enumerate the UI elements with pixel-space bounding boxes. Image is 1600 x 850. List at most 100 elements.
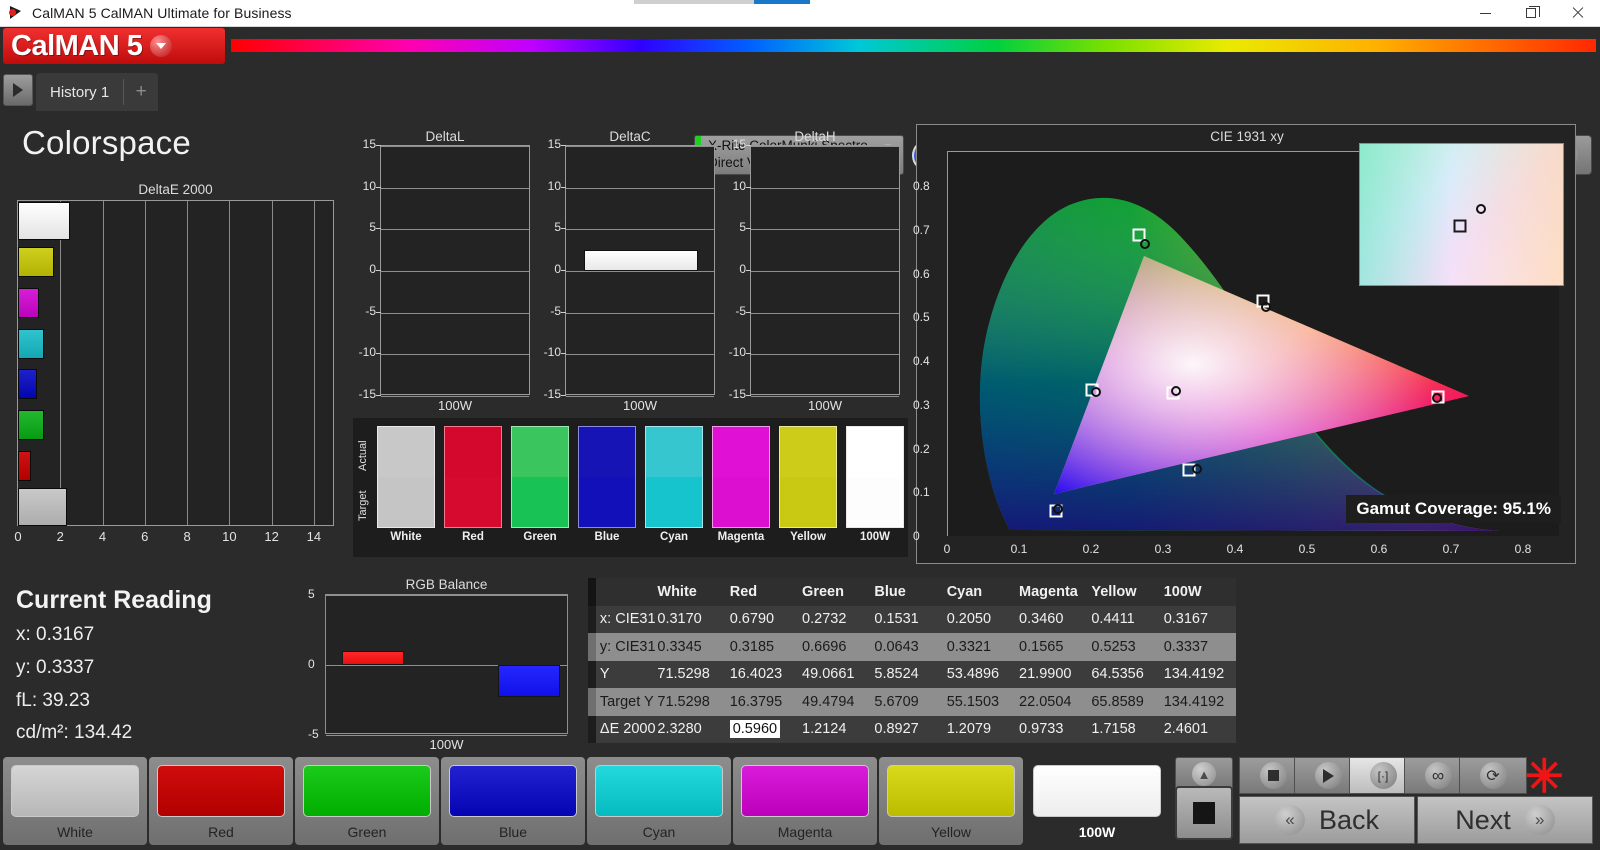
swatch-column[interactable]: Yellow	[779, 426, 837, 543]
deltah-chart	[750, 145, 900, 397]
deltae-chart	[17, 200, 334, 526]
delta-y-tick: 0	[554, 262, 561, 276]
color-button-white[interactable]: White	[3, 757, 147, 845]
delta-y-tick: -5	[550, 303, 561, 318]
table-cell: 16.4023	[730, 666, 802, 682]
delta-y-tick: -15	[358, 387, 376, 401]
color-button-magenta[interactable]: Magenta	[733, 757, 877, 845]
minimize-button[interactable]	[1462, 0, 1508, 27]
color-button-green[interactable]: Green	[295, 757, 439, 845]
swatch-actual	[847, 427, 903, 477]
table-corner	[588, 578, 596, 606]
table-cell-value: 0.3337	[1163, 638, 1209, 655]
close-button[interactable]	[1554, 0, 1600, 27]
swatch-column[interactable]: Magenta	[712, 426, 770, 543]
table-row-marker	[588, 633, 596, 661]
next-button[interactable]: Next »	[1417, 796, 1593, 844]
delta-y-tick: 5	[554, 220, 561, 235]
chevron-double-right-icon: »	[1524, 805, 1555, 835]
grid-line	[751, 396, 899, 397]
color-button-100w[interactable]: 100W	[1025, 757, 1169, 845]
swatch-name: Green	[523, 531, 557, 543]
back-button[interactable]: « Back	[1239, 796, 1415, 844]
deltal-x-label: 100W	[438, 398, 472, 413]
table-cell: 1.7158	[1091, 721, 1163, 737]
deltae-x-tick: 12	[264, 529, 279, 544]
table-column-header: Cyan	[946, 583, 983, 600]
table-cell: 0.1531	[874, 611, 946, 627]
grid-line	[751, 354, 899, 356]
cie-x-tick: 0.4	[1226, 542, 1244, 556]
color-button-yellow[interactable]: Yellow	[879, 757, 1023, 845]
table-cell: 0.3345	[657, 639, 729, 655]
deltal-chart-title: DeltaL	[425, 129, 465, 144]
grid-line	[102, 201, 104, 525]
swatch-column[interactable]: Blue	[578, 426, 636, 543]
add-tab-button[interactable]: +	[124, 73, 158, 111]
chevron-down-icon[interactable]	[150, 35, 173, 57]
color-button-label: Yellow	[931, 824, 971, 840]
table-cell-value: 65.8589	[1091, 693, 1144, 710]
swatch-name: White	[390, 531, 422, 543]
table-cell: 0.2050	[947, 611, 1019, 627]
swatch-column[interactable]: Red	[444, 426, 502, 543]
swatch-column[interactable]: White	[377, 426, 435, 543]
swatch-column[interactable]: 100W	[846, 426, 904, 543]
swatch-target	[579, 477, 635, 527]
delta-y-tick: -10	[543, 345, 561, 360]
refresh-button[interactable]: ⟳	[1459, 757, 1527, 794]
maximize-button[interactable]	[1508, 0, 1554, 27]
grid-line	[271, 201, 273, 525]
deltae-bar	[18, 247, 55, 278]
table-cell-value: 21.9900	[1019, 666, 1072, 683]
calman-logo-icon	[8, 4, 26, 22]
table-cell-value: 134.4192	[1163, 666, 1225, 683]
scroll-thumb[interactable]	[754, 0, 810, 4]
deltae-bar	[18, 487, 68, 526]
cie-marker-measured-cyan	[1090, 386, 1101, 397]
table-cell: 0.6790	[730, 611, 802, 627]
cie-marker-measured-green	[1139, 239, 1150, 250]
cie-marker-measured-blue	[1053, 503, 1064, 514]
cie-y-tick: 0.6	[913, 266, 930, 281]
swatch-actual	[713, 427, 769, 477]
grid-line	[751, 271, 899, 272]
swatch-box	[645, 426, 703, 528]
cie-whitepoint-inset	[1359, 143, 1564, 286]
nav-forward-button[interactable]	[3, 74, 33, 106]
cie-x-tick: 0.1	[1010, 542, 1028, 556]
delta-y-tick: 10	[732, 178, 746, 193]
swatch-column[interactable]: Cyan	[645, 426, 703, 543]
table-cell: 0.9733	[1019, 721, 1091, 737]
color-button-red[interactable]: Red	[149, 757, 293, 845]
color-button-cyan[interactable]: Cyan	[587, 757, 731, 845]
swatch-box	[779, 426, 837, 528]
grid-line	[381, 229, 529, 231]
current-reading-cdm2: cd/m²: 134.42	[16, 722, 133, 743]
grid-line	[187, 201, 189, 525]
cie-y-tick: 0.2	[913, 441, 930, 456]
table-cell: 0.3170	[657, 611, 729, 627]
table-cell: 0.5960	[729, 720, 802, 739]
swatch-box	[712, 426, 770, 528]
grid-line	[566, 146, 714, 147]
table-row-marker	[588, 605, 596, 633]
table-cell-value: 22.0504	[1019, 693, 1072, 710]
color-button-swatch	[595, 765, 723, 817]
stop-large-button[interactable]	[1175, 786, 1233, 840]
tab-history-1[interactable]: History 1	[36, 73, 123, 111]
table-cell-value: 1.7158	[1091, 721, 1136, 738]
grid-line	[566, 312, 714, 314]
table-cell-value: 0.5253	[1091, 638, 1136, 655]
brand-menu-button[interactable]: CalMAN 5	[3, 28, 225, 64]
page-title: Colorspace	[22, 124, 191, 161]
table-cell-value: 49.0661	[802, 666, 855, 683]
rgb-balance-x-label: 100W	[429, 737, 464, 752]
color-button-swatch	[741, 765, 869, 817]
color-button-blue[interactable]: Blue	[441, 757, 585, 845]
swatch-column[interactable]: Green	[511, 426, 569, 543]
grid-line	[60, 201, 62, 525]
color-button-swatch	[303, 765, 431, 817]
deltae-bar	[18, 369, 37, 400]
cie-y-tick: 0.1	[913, 485, 930, 500]
